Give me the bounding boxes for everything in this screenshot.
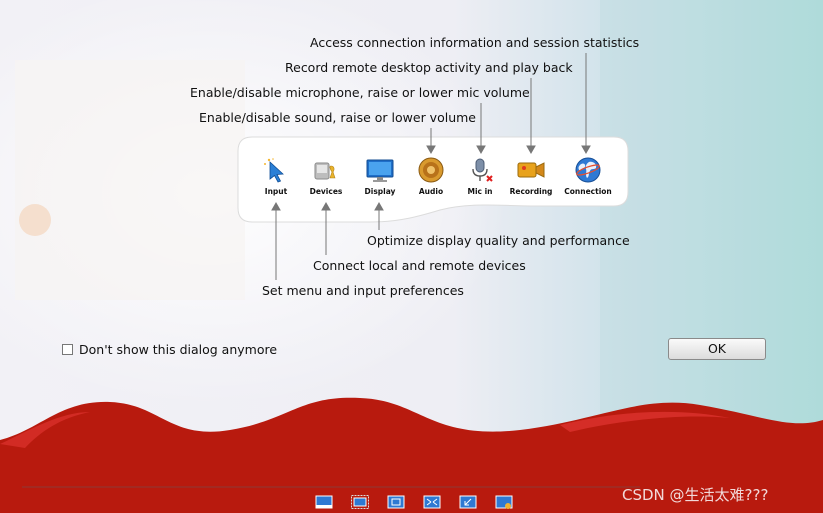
- callout-input: Set menu and input preferences: [262, 283, 464, 298]
- settings-icon[interactable]: [495, 495, 513, 509]
- camera-icon: [517, 162, 545, 178]
- callout-mic: Enable/disable microphone, raise or lowe…: [190, 85, 530, 100]
- ok-button[interactable]: OK: [668, 338, 766, 360]
- toolbar-input-button[interactable]: Input: [248, 156, 304, 196]
- dont-show-checkbox-row[interactable]: Don't show this dialog anymore: [62, 342, 277, 357]
- callout-display: Optimize display quality and performance: [367, 233, 630, 248]
- fullscreen-icon[interactable]: [423, 495, 441, 509]
- watermark: CSDN @生活太难???: [622, 486, 769, 504]
- dont-show-label: Don't show this dialog anymore: [79, 342, 278, 357]
- microphone-muted-icon: [472, 158, 493, 182]
- toolbar-audio-button[interactable]: Audio: [403, 156, 459, 196]
- toolbar-recording-button[interactable]: Recording: [503, 156, 559, 196]
- callout-recording: Record remote desktop activity and play …: [285, 60, 573, 75]
- callout-audio: Enable/disable sound, raise or lower vol…: [199, 110, 476, 125]
- devices-icon: [314, 162, 336, 180]
- globe-icon: [575, 157, 601, 183]
- fit-window-icon[interactable]: [351, 495, 369, 509]
- toolbar-panel: [237, 53, 629, 280]
- window-icon[interactable]: [315, 495, 333, 509]
- toolbar-display-button[interactable]: Display: [352, 156, 408, 196]
- speaker-icon: [418, 157, 444, 183]
- cursor-icon: [264, 158, 284, 183]
- toolbar-connection-button[interactable]: Connection: [560, 156, 616, 196]
- callout-devices: Connect local and remote devices: [313, 258, 526, 273]
- callout-connection: Access connection information and sessio…: [310, 35, 640, 50]
- minimize-icon[interactable]: [459, 495, 477, 509]
- dont-show-checkbox[interactable]: [62, 344, 73, 355]
- toolbar-devices-button[interactable]: Devices: [298, 156, 354, 196]
- monitor-icon: [366, 159, 394, 182]
- toolbar-mic-button[interactable]: Mic in: [452, 156, 508, 196]
- resize-icon[interactable]: [387, 495, 405, 509]
